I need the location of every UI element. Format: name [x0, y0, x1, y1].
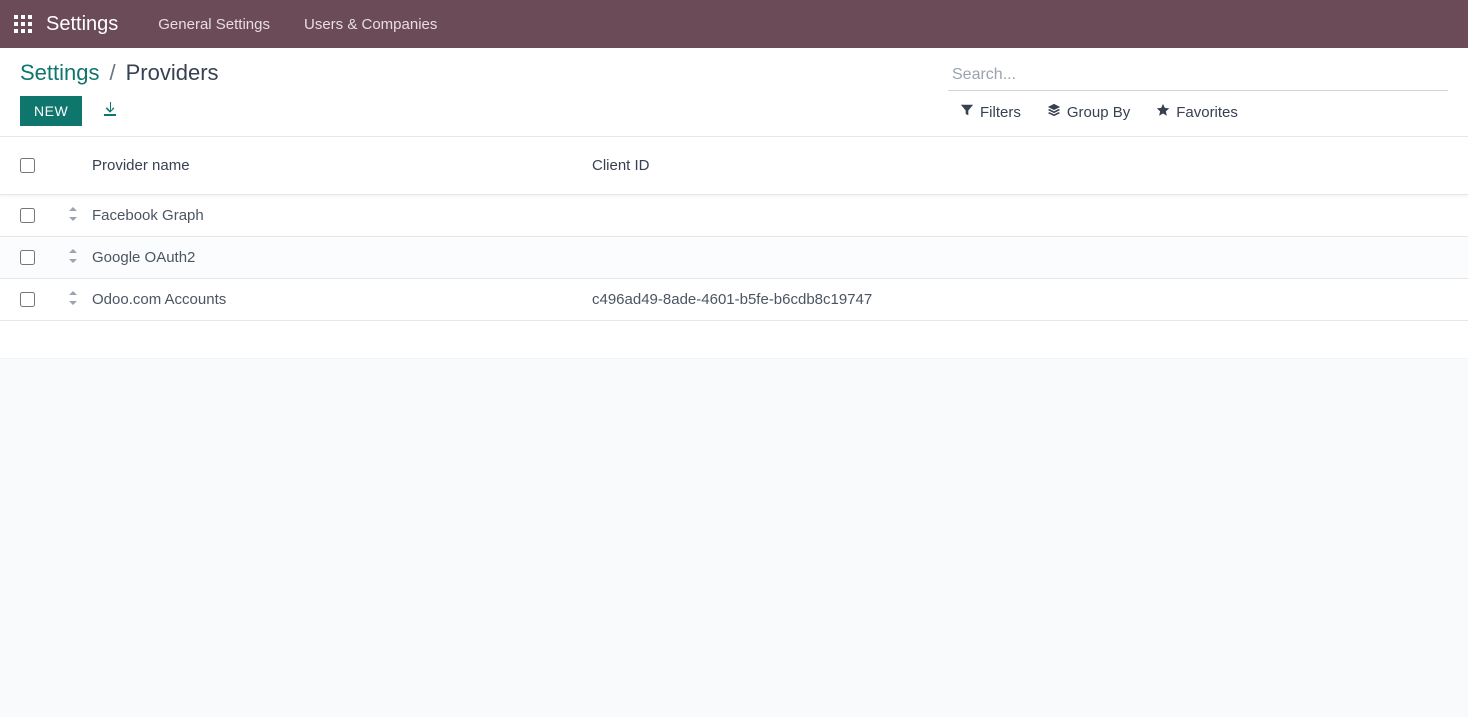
cell-provider-name: Google OAuth2 — [92, 249, 592, 266]
providers-table: Provider name Client ID Facebook Graph G… — [0, 137, 1468, 321]
download-icon[interactable] — [102, 101, 118, 122]
filter-icon — [960, 103, 974, 121]
menu-general-settings[interactable]: General Settings — [144, 16, 284, 33]
cell-provider-name: Odoo.com Accounts — [92, 291, 592, 308]
groupby-dropdown[interactable]: Group By — [1047, 103, 1130, 121]
control-panel: Settings / Providers NEW Filters Group B… — [0, 48, 1468, 137]
select-all-checkbox[interactable] — [20, 158, 35, 173]
groupby-label: Group By — [1067, 104, 1130, 121]
row-checkbox[interactable] — [20, 208, 35, 223]
cell-client-id: c496ad49-8ade-4601-b5fe-b6cdb8c19747 — [592, 291, 1448, 308]
breadcrumb: Settings / Providers — [20, 60, 219, 86]
breadcrumb-parent[interactable]: Settings — [20, 60, 100, 86]
row-checkbox[interactable] — [20, 292, 35, 307]
apps-icon[interactable] — [12, 13, 34, 35]
main-menubar: Settings General Settings Users & Compan… — [0, 0, 1468, 48]
search-input[interactable] — [948, 60, 1448, 91]
table-row[interactable]: Odoo.com Accounts c496ad49-8ade-4601-b5f… — [0, 279, 1468, 321]
cell-provider-name: Facebook Graph — [92, 207, 592, 224]
table-footer-space — [0, 321, 1468, 359]
row-checkbox[interactable] — [20, 250, 35, 265]
favorites-label: Favorites — [1176, 104, 1238, 121]
drag-handle-icon[interactable] — [68, 249, 92, 266]
star-icon — [1156, 103, 1170, 121]
breadcrumb-current: Providers — [126, 60, 219, 86]
table-row[interactable]: Google OAuth2 — [0, 237, 1468, 279]
filters-label: Filters — [980, 104, 1021, 121]
app-name[interactable]: Settings — [46, 13, 118, 36]
col-header-provider-name[interactable]: Provider name — [92, 157, 592, 174]
col-header-client-id[interactable]: Client ID — [592, 157, 1448, 174]
table-row[interactable]: Facebook Graph — [0, 195, 1468, 237]
drag-handle-icon[interactable] — [68, 207, 92, 224]
filters-dropdown[interactable]: Filters — [960, 103, 1021, 121]
table-header-row: Provider name Client ID — [0, 137, 1468, 195]
new-button[interactable]: NEW — [20, 96, 82, 126]
breadcrumb-sep: / — [110, 60, 116, 86]
favorites-dropdown[interactable]: Favorites — [1156, 103, 1238, 121]
drag-handle-icon[interactable] — [68, 291, 92, 308]
layers-icon — [1047, 103, 1061, 121]
menu-users-companies[interactable]: Users & Companies — [290, 16, 451, 33]
